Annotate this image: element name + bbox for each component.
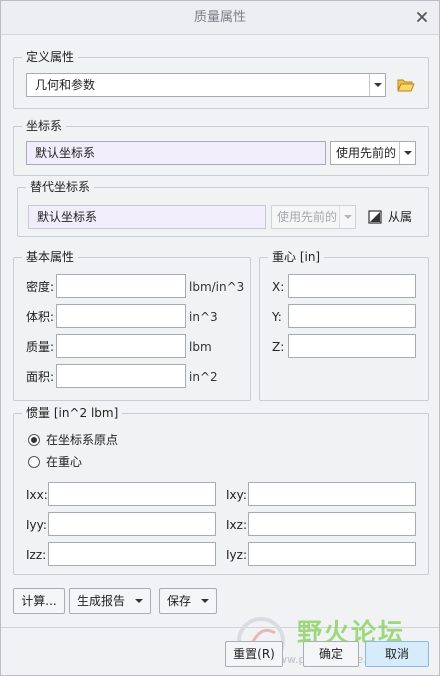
compute-button-label: 计算... (21, 594, 57, 608)
compute-button[interactable]: 计算... (13, 588, 65, 614)
ixz-label: Ixz: (226, 518, 247, 532)
close-icon[interactable] (415, 10, 429, 24)
basic-properties-group: 基本属性 密度: lbm/in^3 体积: in^3 质量: lbm 面积: i… (13, 250, 251, 401)
izz-label: Izz: (26, 548, 47, 562)
chevron-down-icon (201, 599, 209, 603)
iyy-label: Iyy: (26, 518, 47, 532)
iyz-field[interactable] (248, 542, 416, 566)
csys-mode-dropdown[interactable] (399, 142, 415, 164)
define-properties-legend: 定义属性 (22, 50, 79, 64)
ixy-field[interactable] (248, 482, 416, 506)
chevron-down-icon (374, 83, 382, 87)
ok-button[interactable]: 确定 (303, 641, 359, 667)
cancel-button-label: 取消 (384, 647, 409, 661)
radio-at-csys-origin[interactable] (28, 434, 40, 446)
csys-legend: 坐标系 (22, 119, 67, 133)
chevron-down-icon (135, 599, 143, 603)
csys-mode-select[interactable]: 使用先前的 (330, 141, 416, 165)
iyy-field[interactable] (48, 512, 216, 536)
define-properties-dropdown[interactable] (369, 74, 385, 96)
inertia-group: 惯量 [in^2 lbm] 在坐标系原点 在重心 Ixx: Ixy: Iyy: … (13, 406, 429, 575)
define-properties-value: 几何和参数 (35, 78, 96, 92)
cog-z-label: Z: (272, 340, 285, 354)
ok-button-label: 确定 (318, 647, 343, 661)
define-properties-select[interactable]: 几何和参数 (26, 73, 386, 97)
ixx-field[interactable] (48, 482, 216, 506)
save-button-label: 保存 (166, 594, 191, 608)
alt-csys-group: 替代坐标系 默认坐标系 使用先前的 从属 (17, 180, 429, 237)
at-csys-origin-label[interactable]: 在坐标系原点 (46, 432, 118, 448)
mass-field[interactable] (56, 334, 186, 358)
volume-field[interactable] (56, 304, 186, 328)
iyz-label: Iyz: (226, 548, 247, 562)
at-center-of-gravity-label[interactable]: 在重心 (46, 454, 82, 470)
cog-x-label: X: (272, 280, 285, 294)
reset-button[interactable]: 重置(R) (225, 641, 283, 667)
mass-unit: lbm (189, 340, 212, 354)
cog-x-field[interactable] (288, 274, 416, 298)
ixz-field[interactable] (248, 512, 416, 536)
chevron-down-icon (404, 151, 412, 155)
alt-csys-field[interactable]: 默认坐标系 (28, 205, 266, 229)
radio-at-center-of-gravity[interactable] (28, 456, 40, 468)
alt-csys-value: 默认坐标系 (37, 210, 98, 224)
alt-csys-mode-value: 使用先前的 (277, 210, 338, 224)
dialog-title: 质量属性 (193, 10, 246, 25)
mass-label: 质量: (26, 340, 55, 354)
volume-unit: in^3 (189, 310, 218, 324)
reset-button-label: 重置(R) (233, 647, 275, 661)
generate-report-label: 生成报告 (76, 594, 125, 608)
save-button[interactable]: 保存 (159, 588, 217, 614)
alt-csys-legend: 替代坐标系 (26, 180, 95, 194)
ixy-label: Ixy: (226, 488, 247, 502)
title-bar: 质量属性 (1, 1, 439, 35)
csys-field[interactable]: 默认坐标系 (26, 141, 326, 165)
area-label: 面积: (26, 370, 55, 384)
area-field[interactable] (56, 364, 186, 388)
alt-csys-mode-select[interactable]: 使用先前的 (271, 205, 356, 229)
izz-field[interactable] (48, 542, 216, 566)
from-assembly-icon[interactable] (368, 210, 382, 224)
footer-separator (1, 627, 439, 628)
cog-z-field[interactable] (288, 334, 416, 358)
define-properties-group: 定义属性 几何和参数 (13, 50, 429, 109)
csys-mode-value: 使用先前的 (336, 146, 397, 160)
cog-y-label: Y: (272, 310, 282, 324)
csys-group: 坐标系 默认坐标系 使用先前的 (13, 119, 429, 176)
center-of-gravity-group: 重心 [in] X: Y: Z: (259, 250, 429, 401)
chevron-down-icon (344, 215, 352, 219)
csys-value: 默认坐标系 (35, 146, 96, 160)
cancel-button[interactable]: 取消 (365, 641, 429, 667)
open-folder-icon[interactable] (396, 75, 416, 95)
from-assembly-label[interactable]: 从属 (388, 209, 412, 225)
density-field[interactable] (56, 274, 186, 298)
cog-y-field[interactable] (288, 304, 416, 328)
center-of-gravity-legend: 重心 [in] (268, 250, 325, 264)
density-label: 密度: (26, 280, 55, 294)
volume-label: 体积: (26, 310, 55, 324)
basic-properties-legend: 基本属性 (22, 250, 79, 264)
area-unit: in^2 (189, 370, 218, 384)
alt-csys-mode-dropdown[interactable] (339, 206, 355, 228)
mass-properties-dialog: 质量属性 定义属性 几何和参数 坐标系 默认坐标系 使用先前的 替代坐标系 默认… (0, 0, 440, 676)
density-unit: lbm/in^3 (189, 280, 245, 294)
generate-report-button[interactable]: 生成报告 (69, 588, 151, 614)
ixx-label: Ixx: (26, 488, 48, 502)
inertia-legend: 惯量 [in^2 lbm] (22, 406, 123, 420)
